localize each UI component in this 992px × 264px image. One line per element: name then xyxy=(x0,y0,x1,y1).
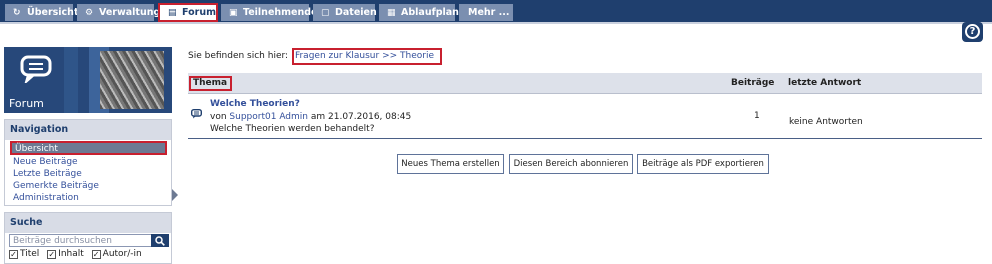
search-placeholder: Beiträge durchsuchen xyxy=(13,236,112,246)
top-navigation: ↻ Übersicht ⚙ Verwaltung ▤ Forum ▣ Teilnehme… xyxy=(0,0,992,22)
tab-mehr[interactable]: Mehr ... xyxy=(459,4,513,21)
nav-underline xyxy=(0,22,992,24)
checkbox-label: Inhalt xyxy=(58,249,84,259)
breadcrumb-prefix: Sie befinden sich hier: xyxy=(188,51,289,61)
forum-banner: Forum xyxy=(4,47,172,113)
refresh-icon: ↻ xyxy=(13,8,21,18)
nav-item-gemerkte-beitraege[interactable]: Gemerkte Beiträge xyxy=(5,180,171,192)
subscribe-button[interactable]: Diesen Bereich abonnieren xyxy=(509,154,633,174)
tab-uebersicht[interactable]: ↻ Übersicht xyxy=(5,4,79,21)
calendar-icon: ▦ xyxy=(387,8,396,18)
active-indicator xyxy=(172,189,178,201)
author-link[interactable]: Support01 Admin xyxy=(229,112,308,122)
topic-table-header: Thema Beiträge letzte Antwort xyxy=(188,73,982,94)
checkbox-inhalt[interactable]: ✓ xyxy=(47,250,57,259)
search-heading: Suche xyxy=(5,213,171,233)
column-thema[interactable]: Thema xyxy=(189,76,233,91)
post-count: 1 xyxy=(754,111,760,121)
tab-label: Verwaltung xyxy=(99,7,161,18)
chat-bubble-icon xyxy=(191,109,202,119)
checkbox-titel[interactable]: ✓ xyxy=(9,250,18,259)
search-input[interactable]: Beiträge durchsuchen xyxy=(9,234,169,247)
checkbox-autor[interactable]: ✓ xyxy=(91,250,101,259)
navigation-panel: Navigation Übersicht Neue Beiträge Letzt… xyxy=(4,119,172,206)
search-icon xyxy=(155,236,165,246)
forum-icon: ▤ xyxy=(168,8,177,18)
banner-title: Forum xyxy=(9,97,44,110)
topic-title-link[interactable]: Welche Theorien? xyxy=(210,99,300,109)
breadcrumb: Sie befinden sich hier: Fragen zur Klaus… xyxy=(188,48,442,65)
meta-date: am 21.07.2016, 08:45 xyxy=(310,112,412,122)
nav-item-uebersicht[interactable]: Übersicht xyxy=(10,141,167,155)
banner-decoration xyxy=(64,47,78,113)
tab-label: Übersicht xyxy=(27,7,79,18)
breadcrumb-path-link[interactable]: Fragen zur Klausur >> Theorie xyxy=(291,48,442,65)
nav-item-administration[interactable]: Administration xyxy=(5,192,171,204)
help-icon: ? xyxy=(965,24,980,39)
topic-meta: von Support01 Admin am 21.07.2016, 08:45 xyxy=(210,112,411,122)
column-beitraege[interactable]: Beiträge xyxy=(731,78,774,88)
search-panel: Suche Beiträge durchsuchen ✓ Titel ✓ Inhal… xyxy=(4,212,172,264)
tab-label: Mehr ... xyxy=(468,7,510,18)
tab-label: Teilnehmende xyxy=(243,7,318,18)
search-options: ✓ Titel ✓ Inhalt ✓ Autor/-in xyxy=(9,249,171,260)
gear-icon: ⚙ xyxy=(85,8,94,18)
tab-forum[interactable]: ▤ Forum xyxy=(158,3,218,22)
tab-teilnehmende[interactable]: ▣ Teilnehmende xyxy=(221,4,318,21)
tab-label: Forum xyxy=(182,7,216,18)
tab-ablaufplan[interactable]: ▦ Ablaufplan xyxy=(379,4,459,21)
people-icon: ▣ xyxy=(229,8,238,18)
checkbox-label: Autor/-in xyxy=(102,249,142,259)
sidebar: Forum Navigation Übersicht Neue Beiträge… xyxy=(4,47,178,264)
navigation-heading: Navigation xyxy=(5,120,171,140)
checkbox-label: Titel xyxy=(20,249,40,259)
forum-icon xyxy=(20,55,52,83)
nav-item-letzte-beitraege[interactable]: Letzte Beiträge xyxy=(5,168,171,180)
banner-photo xyxy=(100,51,164,109)
new-topic-button[interactable]: Neues Thema erstellen xyxy=(397,154,504,174)
tab-verwaltung[interactable]: ⚙ Verwaltung xyxy=(77,4,160,21)
table-row: Welche Theorien? von Support01 Admin am … xyxy=(188,95,982,139)
help-button[interactable]: ? xyxy=(962,22,983,42)
search-button[interactable] xyxy=(151,234,169,247)
last-answer: keine Antworten xyxy=(789,117,863,127)
nav-item-neue-beitraege[interactable]: Neue Beiträge xyxy=(5,156,171,168)
meta-by: von xyxy=(210,112,227,122)
topic-description: Welche Theorien werden behandelt? xyxy=(210,124,375,134)
tab-label: Ablaufplan xyxy=(401,7,459,18)
file-icon: ▢ xyxy=(321,8,330,18)
export-pdf-button[interactable]: Beiträge als PDF exportieren xyxy=(637,154,769,174)
column-letzte-antwort[interactable]: letzte Antwort xyxy=(788,78,861,88)
tab-label: Dateien xyxy=(335,7,377,18)
tab-dateien[interactable]: ▢ Dateien xyxy=(313,4,377,21)
